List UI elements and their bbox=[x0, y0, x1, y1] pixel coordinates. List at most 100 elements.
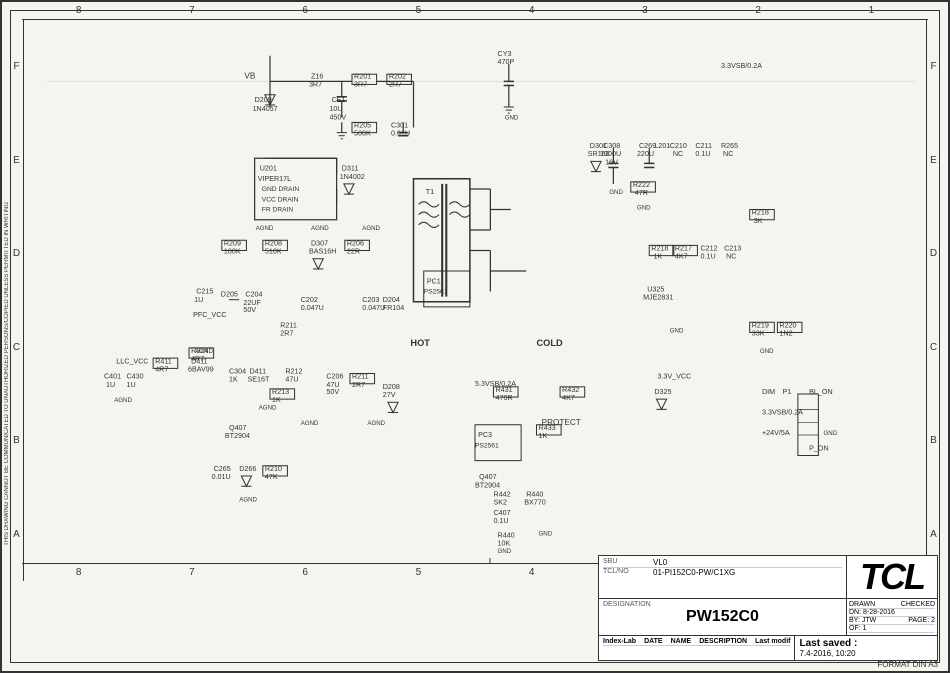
svg-text:47K: 47K bbox=[265, 473, 278, 481]
svg-text:3K: 3K bbox=[754, 217, 763, 225]
svg-text:D204: D204 bbox=[383, 296, 400, 304]
svg-text:C407: C407 bbox=[493, 509, 510, 517]
col-7: 7 bbox=[189, 5, 195, 16]
sbu-row: SBU VL0 bbox=[603, 558, 842, 568]
drawn-checked-header: DRAWN CHECKED bbox=[849, 601, 935, 609]
svg-text:AGND: AGND bbox=[239, 497, 257, 504]
tcl-logo: TCL bbox=[847, 556, 937, 598]
svg-text:AGND: AGND bbox=[256, 225, 274, 232]
svg-text:P1: P1 bbox=[783, 388, 792, 396]
svg-text:GND: GND bbox=[637, 205, 651, 212]
col-4: 4 bbox=[529, 5, 535, 16]
sbu-tclno-info: SBU VL0 TCL/NO 01-PI152C0-PW/C1XG bbox=[599, 556, 847, 598]
svg-text:PC3: PC3 bbox=[478, 431, 492, 439]
svg-text:D325: D325 bbox=[654, 388, 671, 396]
schematic-drawing: VB D209 1N4057 Z16 3R7 CE1 10U 450V R201… bbox=[24, 20, 926, 563]
svg-text:C269: C269 bbox=[639, 142, 656, 150]
svg-text:1N4002: 1N4002 bbox=[340, 173, 365, 181]
svg-text:VCC DRAIN: VCC DRAIN bbox=[262, 196, 299, 203]
drawn-label: DRAWN bbox=[849, 601, 875, 608]
svg-text:4K7: 4K7 bbox=[675, 253, 688, 261]
svg-text:R440: R440 bbox=[526, 491, 543, 499]
svg-text:1K: 1K bbox=[653, 253, 662, 261]
svg-text:GND: GND bbox=[824, 430, 838, 437]
svg-text:0.01U: 0.01U bbox=[391, 130, 410, 138]
svg-text:BAS16H: BAS16H bbox=[309, 248, 336, 256]
row-markers-right: F E D C B A bbox=[926, 20, 940, 581]
svg-text:1U: 1U bbox=[106, 381, 115, 389]
index-lab-col1: Index-Lab bbox=[603, 638, 636, 645]
svg-text:C304: C304 bbox=[229, 368, 246, 376]
svg-text:6BAV99: 6BAV99 bbox=[188, 365, 214, 373]
svg-text:C213: C213 bbox=[724, 245, 741, 253]
svg-text:C204: C204 bbox=[245, 291, 262, 299]
svg-text:C401: C401 bbox=[104, 373, 121, 381]
svg-text:47R: 47R bbox=[635, 189, 648, 197]
svg-text:C430: C430 bbox=[127, 373, 144, 381]
svg-text:NC: NC bbox=[726, 253, 736, 261]
page-label: PAGE: 2 bbox=[908, 617, 935, 624]
svg-text:T1: T1 bbox=[426, 188, 434, 196]
svg-text:R440: R440 bbox=[498, 532, 515, 540]
svg-text:AGND: AGND bbox=[301, 420, 319, 427]
svg-text:Z16: Z16 bbox=[311, 72, 323, 80]
col-8: 8 bbox=[76, 5, 82, 16]
svg-text:GND: GND bbox=[505, 114, 519, 121]
svg-text:10K: 10K bbox=[498, 540, 511, 548]
svg-text:22R: 22R bbox=[347, 248, 360, 256]
svg-text:D266: D266 bbox=[239, 465, 256, 473]
svg-text:HOT: HOT bbox=[410, 338, 430, 348]
tclno-row: TCL/NO 01-PI152C0-PW/C1XG bbox=[603, 568, 842, 577]
svg-text:1N2: 1N2 bbox=[779, 330, 792, 338]
col-5: 5 bbox=[416, 5, 422, 16]
svg-text:BX770: BX770 bbox=[524, 499, 546, 507]
svg-text:R442: R442 bbox=[493, 491, 510, 499]
svg-text:L201: L201 bbox=[654, 142, 670, 150]
index-lab-col2: DATE bbox=[644, 638, 663, 645]
svg-text:SE16T: SE16T bbox=[247, 376, 270, 384]
format-label: FORMAT DIN A3 bbox=[877, 660, 938, 669]
drawn-checked-block: DRAWN CHECKED DN: 8-28-2016 BY: JTW PAGE… bbox=[847, 599, 937, 635]
checked-label: CHECKED bbox=[901, 601, 935, 608]
svg-text:1K: 1K bbox=[539, 432, 548, 440]
col-1: 1 bbox=[869, 5, 875, 16]
svg-text:C308: C308 bbox=[603, 142, 620, 150]
svg-text:C206: C206 bbox=[326, 373, 343, 381]
svg-text:AGND: AGND bbox=[311, 225, 329, 232]
svg-text:0.047U: 0.047U bbox=[301, 304, 324, 312]
svg-text:D208: D208 bbox=[383, 383, 400, 391]
svg-text:AGND: AGND bbox=[195, 348, 213, 355]
index-lab-block: Index-Lab DATE NAME DESCRIPTION Last mod… bbox=[599, 636, 795, 660]
col-markers-top: 8 7 6 5 4 3 2 1 bbox=[22, 2, 928, 20]
svg-text:FR DRAIN: FR DRAIN bbox=[262, 207, 294, 214]
svg-text:3.3VSB/0.2A: 3.3VSB/0.2A bbox=[762, 409, 803, 417]
svg-text:Q407: Q407 bbox=[479, 473, 497, 481]
designation-label: DESIGNATION bbox=[603, 601, 842, 608]
designation-value: PW152C0 bbox=[603, 608, 842, 626]
svg-text:2R7: 2R7 bbox=[352, 381, 365, 389]
svg-text:C215: C215 bbox=[196, 288, 213, 296]
svg-text:C265: C265 bbox=[214, 465, 231, 473]
of-row: OF: 1 bbox=[849, 625, 935, 633]
svg-text:C211: C211 bbox=[695, 142, 712, 150]
svg-text:D311: D311 bbox=[342, 165, 359, 173]
svg-text:SK2: SK2 bbox=[493, 499, 507, 507]
tclno-value: 01-PI152C0-PW/C1XG bbox=[653, 568, 735, 577]
svg-text:C203: C203 bbox=[362, 296, 379, 304]
svg-text:GND: GND bbox=[539, 530, 553, 537]
svg-text:GND: GND bbox=[760, 348, 774, 355]
svg-text:1N4057: 1N4057 bbox=[253, 105, 278, 113]
svg-text:47U: 47U bbox=[285, 376, 298, 384]
svg-text:FR104: FR104 bbox=[383, 304, 404, 312]
svg-text:BT2904: BT2904 bbox=[475, 481, 500, 489]
drawn-name: BY: JTW bbox=[849, 617, 876, 624]
svg-text:PC1: PC1 bbox=[427, 277, 441, 285]
svg-text:1K: 1K bbox=[229, 376, 238, 384]
last-saved-date: 7.4-2016, 10:20 bbox=[799, 649, 857, 658]
svg-text:2R7: 2R7 bbox=[280, 330, 293, 338]
svg-text:AGND: AGND bbox=[362, 225, 380, 232]
col-6: 6 bbox=[302, 5, 308, 16]
svg-text:C210: C210 bbox=[670, 142, 687, 150]
schematic-page: THIS DRAWING CANNOT BE COMMUNICATED TO U… bbox=[0, 0, 950, 673]
title-block-top-row: SBU VL0 TCL/NO 01-PI152C0-PW/C1XG TCL bbox=[599, 556, 937, 599]
